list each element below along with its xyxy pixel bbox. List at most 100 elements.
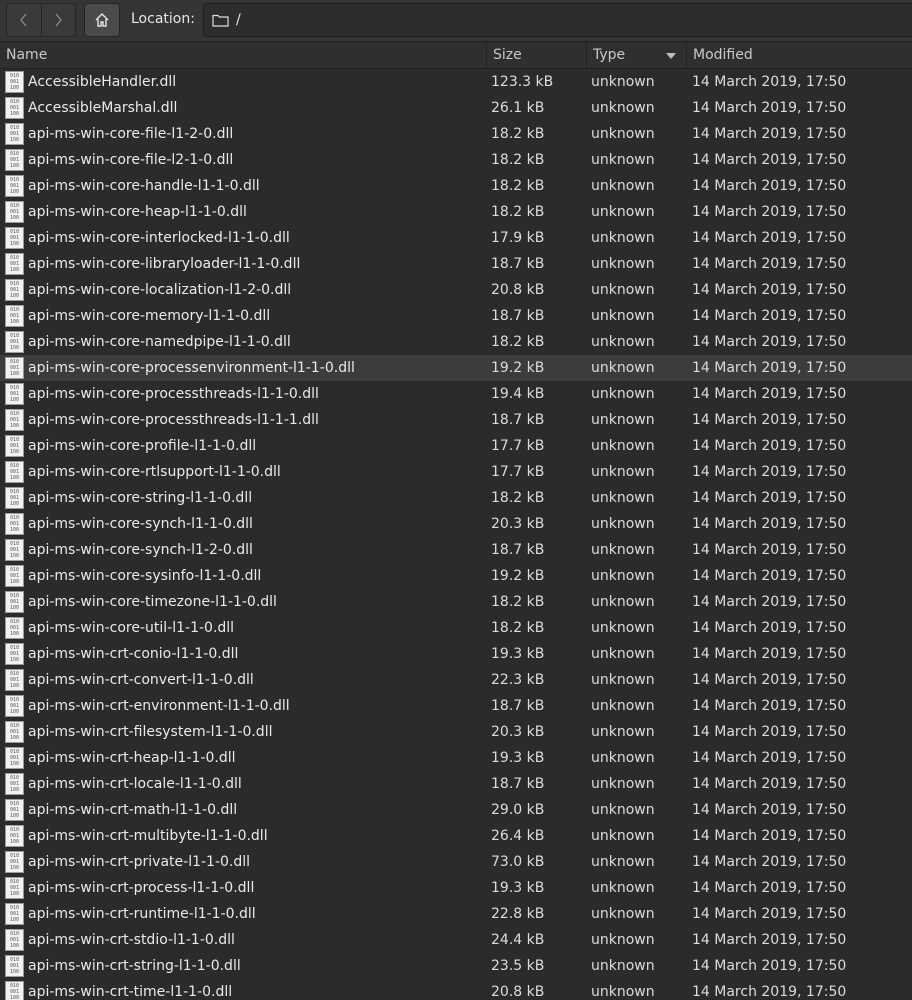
file-row[interactable]: 010 001 100 api-ms-win-core-sysinfo-l1-1-…	[0, 563, 912, 589]
file-row[interactable]: 010 001 100 api-ms-win-crt-runtime-l1-1-0…	[0, 901, 912, 927]
file-name: api-ms-win-crt-process-l1-1-0.dll	[28, 880, 255, 896]
column-modified-header[interactable]: Modified	[687, 43, 912, 68]
file-size: 20.8 kB	[491, 984, 545, 1000]
file-modified: 14 March 2019, 17:50	[692, 542, 847, 558]
binary-file-icon: 010 001 100	[5, 565, 24, 587]
binary-file-icon: 010 001 100	[5, 799, 24, 821]
binary-file-icon: 010 001 100	[5, 903, 24, 925]
file-row[interactable]: 010 001 100 api-ms-win-crt-math-l1-1-0.dl…	[0, 797, 912, 823]
file-row[interactable]: 010 001 100 api-ms-win-crt-string-l1-1-0.…	[0, 953, 912, 979]
binary-file-icon: 010 001 100	[5, 331, 24, 353]
file-type: unknown	[591, 958, 655, 974]
location-field[interactable]: /	[203, 3, 912, 37]
home-button[interactable]	[84, 3, 120, 37]
file-row[interactable]: 010 001 100 api-ms-win-core-interlocked-l…	[0, 225, 912, 251]
file-size: 18.7 kB	[491, 256, 545, 272]
file-row[interactable]: 010 001 100 api-ms-win-crt-private-l1-1-0…	[0, 849, 912, 875]
file-row[interactable]: 010 001 100 api-ms-win-core-localization-…	[0, 277, 912, 303]
file-size: 26.4 kB	[491, 828, 545, 844]
file-row[interactable]: 010 001 100 api-ms-win-core-processthread…	[0, 407, 912, 433]
file-row[interactable]: 010 001 100 AccessibleHandler.dll 123.3 kB…	[0, 69, 912, 95]
forward-button[interactable]	[40, 4, 76, 36]
file-name: api-ms-win-core-file-l2-1-0.dll	[28, 152, 234, 168]
file-type: unknown	[591, 802, 655, 818]
file-name: api-ms-win-core-interlocked-l1-1-0.dll	[28, 230, 290, 246]
file-modified: 14 March 2019, 17:50	[692, 802, 847, 818]
file-modified: 14 March 2019, 17:50	[692, 854, 847, 870]
file-row[interactable]: 010 001 100 api-ms-win-core-handle-l1-1-0…	[0, 173, 912, 199]
file-modified: 14 March 2019, 17:50	[692, 750, 847, 766]
binary-file-icon: 010 001 100	[5, 253, 24, 275]
file-type: unknown	[591, 516, 655, 532]
file-name: api-ms-win-core-synch-l1-1-0.dll	[28, 516, 253, 532]
file-row[interactable]: 010 001 100 api-ms-win-core-synch-l1-1-0.…	[0, 511, 912, 537]
file-name: api-ms-win-crt-time-l1-1-0.dll	[28, 984, 233, 1000]
column-type-header[interactable]: Type	[587, 43, 687, 68]
binary-file-icon: 010 001 100	[5, 851, 24, 873]
location-label: Location:	[131, 11, 195, 27]
file-row[interactable]: 010 001 100 api-ms-win-crt-multibyte-l1-1…	[0, 823, 912, 849]
file-type: unknown	[591, 282, 655, 298]
file-type: unknown	[591, 724, 655, 740]
file-size: 20.3 kB	[491, 516, 545, 532]
file-size: 18.2 kB	[491, 594, 545, 610]
binary-file-icon: 010 001 100	[5, 955, 24, 977]
folder-icon	[212, 14, 229, 27]
file-size: 19.3 kB	[491, 750, 545, 766]
sort-descending-icon	[666, 53, 676, 59]
file-name: api-ms-win-crt-math-l1-1-0.dll	[28, 802, 238, 818]
file-row[interactable]: 010 001 100 api-ms-win-core-timezone-l1-1…	[0, 589, 912, 615]
file-row[interactable]: 010 001 100 api-ms-win-crt-process-l1-1-0…	[0, 875, 912, 901]
file-type: unknown	[591, 230, 655, 246]
file-row[interactable]: 010 001 100 api-ms-win-crt-conio-l1-1-0.d…	[0, 641, 912, 667]
file-row[interactable]: 010 001 100 api-ms-win-core-file-l2-1-0.d…	[0, 147, 912, 173]
file-name: api-ms-win-crt-stdio-l1-1-0.dll	[28, 932, 235, 948]
file-row[interactable]: 010 001 100 api-ms-win-crt-stdio-l1-1-0.d…	[0, 927, 912, 953]
file-size: 18.2 kB	[491, 334, 545, 350]
file-modified: 14 March 2019, 17:50	[692, 490, 847, 506]
binary-file-icon: 010 001 100	[5, 877, 24, 899]
column-name-header[interactable]: Name	[0, 43, 487, 68]
file-name: api-ms-win-crt-filesystem-l1-1-0.dll	[28, 724, 273, 740]
file-modified: 14 March 2019, 17:50	[692, 724, 847, 740]
file-row[interactable]: 010 001 100 api-ms-win-core-util-l1-1-0.d…	[0, 615, 912, 641]
file-row[interactable]: 010 001 100 api-ms-win-core-processthread…	[0, 381, 912, 407]
file-type: unknown	[591, 360, 655, 376]
file-row[interactable]: 010 001 100 api-ms-win-core-memory-l1-1-0…	[0, 303, 912, 329]
binary-file-icon: 010 001 100	[5, 747, 24, 769]
file-row[interactable]: 010 001 100 AccessibleMarshal.dll 26.1 kB u…	[0, 95, 912, 121]
file-size: 22.8 kB	[491, 906, 545, 922]
file-row[interactable]: 010 001 100 api-ms-win-crt-locale-l1-1-0.…	[0, 771, 912, 797]
file-modified: 14 March 2019, 17:50	[692, 828, 847, 844]
file-row[interactable]: 010 001 100 api-ms-win-crt-heap-l1-1-0.dl…	[0, 745, 912, 771]
file-row[interactable]: 010 001 100 api-ms-win-crt-filesystem-l1-…	[0, 719, 912, 745]
back-button[interactable]	[7, 4, 41, 36]
column-header: Name Size Type Modified	[0, 43, 912, 69]
file-row[interactable]: 010 001 100 api-ms-win-core-namedpipe-l1-…	[0, 329, 912, 355]
file-type: unknown	[591, 880, 655, 896]
file-type: unknown	[591, 646, 655, 662]
file-row[interactable]: 010 001 100 api-ms-win-crt-environment-l1…	[0, 693, 912, 719]
file-row[interactable]: 010 001 100 api-ms-win-crt-convert-l1-1-0…	[0, 667, 912, 693]
file-size: 18.2 kB	[491, 178, 545, 194]
file-row[interactable]: 010 001 100 api-ms-win-core-rtlsupport-l1…	[0, 459, 912, 485]
file-row[interactable]: 010 001 100 api-ms-win-core-heap-l1-1-0.d…	[0, 199, 912, 225]
file-size: 18.2 kB	[491, 204, 545, 220]
file-type: unknown	[591, 204, 655, 220]
column-size-header[interactable]: Size	[487, 43, 587, 68]
file-row[interactable]: 010 001 100 api-ms-win-core-string-l1-1-0…	[0, 485, 912, 511]
file-row[interactable]: 010 001 100 api-ms-win-core-synch-l1-2-0.…	[0, 537, 912, 563]
file-modified: 14 March 2019, 17:50	[692, 880, 847, 896]
file-size: 123.3 kB	[491, 74, 554, 90]
file-size: 24.4 kB	[491, 932, 545, 948]
file-modified: 14 March 2019, 17:50	[692, 464, 847, 480]
file-row[interactable]: 010 001 100 api-ms-win-core-libraryloader…	[0, 251, 912, 277]
file-row[interactable]: 010 001 100 api-ms-win-core-file-l1-2-0.d…	[0, 121, 912, 147]
file-modified: 14 March 2019, 17:50	[692, 594, 847, 610]
file-name: AccessibleMarshal.dll	[28, 100, 178, 116]
file-row[interactable]: 010 001 100 api-ms-win-crt-time-l1-1-0.dl…	[0, 979, 912, 1000]
file-name: api-ms-win-crt-runtime-l1-1-0.dll	[28, 906, 256, 922]
file-row[interactable]: 010 001 100 api-ms-win-core-profile-l1-1-…	[0, 433, 912, 459]
file-row[interactable]: 010 001 100 api-ms-win-core-processenviro…	[0, 355, 912, 381]
binary-file-icon: 010 001 100	[5, 227, 24, 249]
